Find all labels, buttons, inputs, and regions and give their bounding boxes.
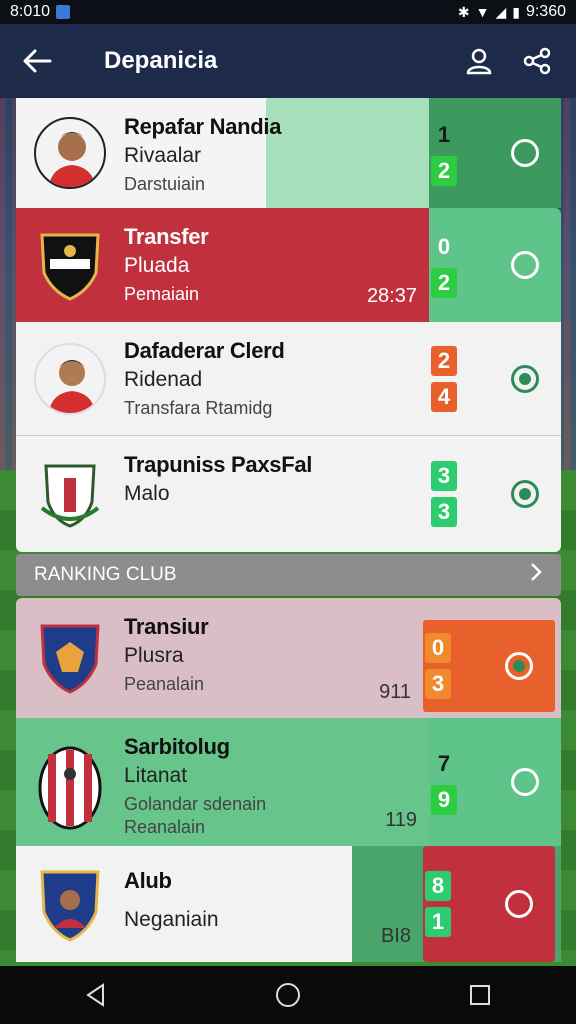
score-box: 0 2 — [431, 232, 457, 298]
nav-home-button[interactable] — [258, 966, 318, 1024]
list-item[interactable]: Trapuniss PaxsFal Malo 3 3 — [16, 436, 561, 552]
club-crest — [38, 868, 102, 942]
club-crest — [38, 229, 102, 301]
item-title: Sarbitolug — [124, 734, 230, 759]
item-subtitle: Plusra — [124, 644, 184, 667]
score-top: 0 — [425, 633, 451, 663]
arrow-left-icon — [23, 49, 52, 73]
battery-icon: ▮ — [512, 4, 520, 20]
select-radio[interactable] — [511, 139, 539, 167]
score-bottom: 3 — [431, 497, 457, 527]
item-title: Transiur — [124, 614, 209, 639]
status-bar: 8:010 ✱ ▼ ◢ ▮ 9:360 — [0, 0, 576, 24]
score-top: 7 — [437, 751, 451, 776]
score-box: 0 3 — [425, 633, 451, 699]
wifi-icon: ▼ — [475, 4, 490, 20]
score-top: 3 — [431, 461, 457, 491]
item-detail: Transfara Rtamidg — [124, 398, 273, 418]
score-bottom: 4 — [431, 381, 457, 412]
back-button[interactable] — [0, 24, 74, 98]
share-icon — [523, 47, 551, 75]
item-subtitle: Rivaalar — [124, 144, 202, 167]
clock-right: 9:360 — [525, 3, 566, 20]
score-box: 7 9 — [431, 749, 457, 815]
item-detail-2: Reanalain — [124, 817, 206, 837]
signal-icon: ◢ — [495, 4, 507, 20]
clock-left: 8:010 — [10, 3, 51, 20]
item-title: Trapuniss PaxsFal — [124, 452, 313, 477]
score-box: 3 3 — [431, 461, 457, 527]
club-crest — [38, 746, 102, 830]
item-title: Alub — [124, 868, 172, 893]
item-time: 28:37 — [366, 285, 417, 307]
player-avatar — [34, 342, 106, 415]
score-bottom: 2 — [431, 156, 457, 186]
share-button[interactable] — [508, 24, 566, 98]
score-bottom: 3 — [425, 669, 451, 699]
select-radio[interactable] — [511, 768, 539, 796]
score-box: 1 2 — [431, 120, 457, 186]
item-title: Repafar Nandia — [124, 114, 282, 139]
score-top: 0 — [437, 234, 451, 259]
item-title: Dafaderar Clerd — [124, 338, 285, 363]
list-item[interactable]: Sarbitolug Litanat Golandar sdenain Rean… — [16, 718, 561, 846]
item-time: 911 — [379, 681, 411, 703]
score-bottom: 9 — [431, 785, 457, 815]
select-radio[interactable] — [505, 890, 533, 918]
score-top: 1 — [437, 122, 451, 147]
app-bar: Depanicia — [0, 24, 576, 98]
list-item[interactable]: Transfer Pluada Pemaiain 28:37 0 2 — [16, 208, 561, 322]
select-radio[interactable] — [511, 480, 539, 508]
score-box: 2 4 — [431, 345, 457, 412]
item-subtitle: Ridenad — [124, 368, 203, 391]
club-crest — [38, 458, 102, 530]
list-item[interactable]: Repafar Nandia Rivaalar Darstuiain 1 2 — [16, 98, 561, 208]
item-detail: Darstuiain — [124, 174, 206, 194]
item-subtitle: Neganiain — [124, 908, 219, 931]
person-icon — [466, 48, 492, 75]
circle-home-icon — [276, 983, 300, 1007]
item-subtitle: Litanat — [124, 764, 188, 787]
select-radio[interactable] — [505, 652, 533, 680]
player-avatar — [34, 117, 106, 189]
score-bottom: 2 — [431, 268, 457, 298]
match-list: Repafar Nandia Rivaalar Darstuiain 1 2 T… — [16, 98, 561, 962]
item-code: BI8 — [380, 925, 411, 947]
list-item[interactable]: Dafaderar Clerd Ridenad Transfara Rtamid… — [16, 322, 561, 436]
item-title: Transfer — [124, 224, 209, 249]
triangle-back-icon — [86, 983, 104, 1007]
score-top: 8 — [425, 871, 451, 901]
nav-recents-button[interactable] — [450, 966, 510, 1024]
select-radio[interactable] — [511, 251, 539, 279]
list-item[interactable]: Transiur Plusra Peanalain 911 0 3 — [16, 598, 561, 718]
score-box: 8 1 — [425, 871, 451, 937]
select-radio[interactable] — [511, 364, 539, 393]
section-header[interactable]: RANKING CLUB — [16, 554, 561, 596]
bluetooth-icon: ✱ — [457, 4, 470, 20]
score-top: 2 — [431, 345, 457, 376]
item-detail: Golandar sdenain — [124, 794, 267, 814]
chevron-right-icon — [529, 562, 543, 588]
square-recents-icon — [470, 985, 490, 1005]
profile-button[interactable] — [450, 24, 508, 98]
club-crest — [38, 622, 102, 694]
list-item[interactable]: Alub Neganiain BI8 8 1 — [16, 846, 561, 962]
item-subtitle: Malo — [124, 482, 170, 505]
page-title: Depanicia — [104, 47, 218, 74]
item-time: 119 — [385, 809, 417, 831]
notification-icon — [56, 5, 71, 19]
score-bottom: 1 — [425, 907, 451, 937]
system-nav-bar — [0, 966, 576, 1024]
item-subtitle: Pluada — [124, 254, 190, 277]
section-title: RANKING CLUB — [34, 564, 177, 585]
nav-back-button[interactable] — [66, 966, 126, 1024]
